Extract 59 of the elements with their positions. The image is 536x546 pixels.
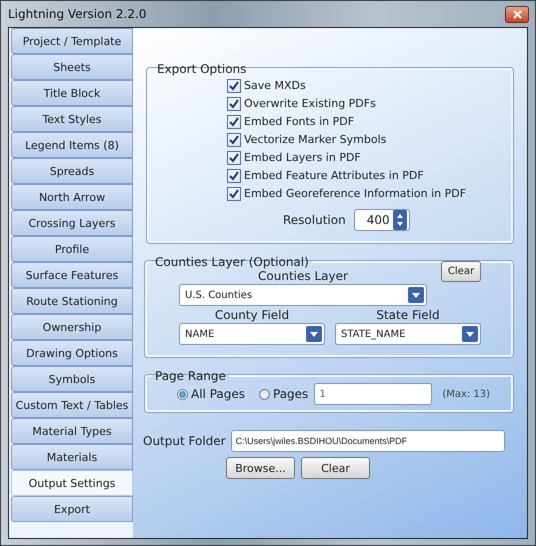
checkbox[interactable] [227, 96, 241, 110]
close-icon [512, 10, 522, 18]
pages-field[interactable]: 1 [314, 383, 432, 405]
sidebar-tab[interactable]: Output Settings [11, 470, 133, 496]
counties-layer-dropdown[interactable]: U.S. Counties [179, 284, 427, 306]
field-label: County Field [214, 308, 290, 322]
max-pages-note: (Max: 13) [442, 388, 490, 400]
checkbox-label: Save MXDs [244, 79, 306, 92]
sidebar-tab[interactable]: Surface Features [11, 262, 133, 288]
state-field-dropdown[interactable]: STATE_NAME [335, 323, 481, 345]
checkbox-label: Embed Fonts in PDF [244, 115, 354, 128]
sidebar-tab[interactable]: Ownership [11, 314, 133, 340]
checkbox-label: Overwrite Existing PDFs [244, 97, 376, 110]
spinner-arrows-icon [392, 210, 407, 230]
checkbox[interactable] [227, 150, 241, 164]
sidebar-tab[interactable]: Text Styles [11, 106, 133, 132]
sidebar-tab[interactable]: Crossing Layers [11, 210, 133, 236]
sidebar-tab[interactable]: Profile [11, 236, 133, 262]
checkbox[interactable] [227, 168, 241, 182]
resolution-label: Resolution [283, 213, 346, 227]
checkbox-label: Embed Layers in PDF [244, 151, 361, 164]
sidebar-tab[interactable]: Symbols [11, 366, 133, 392]
clear-button[interactable]: Clear [301, 457, 370, 479]
checkbox-label: Embed Georeference Information in PDF [244, 187, 466, 200]
checkbox[interactable] [227, 132, 241, 146]
group-title: Counties Layer (Optional) [154, 255, 310, 269]
radio-label: Pages [273, 387, 308, 401]
clear-button[interactable]: Clear [441, 261, 481, 282]
sidebar-tab[interactable]: Material Types [11, 418, 133, 444]
checkbox[interactable] [227, 186, 241, 200]
sidebar-tab[interactable]: Drawing Options [11, 340, 133, 366]
field-label: Counties Layer [258, 269, 348, 283]
sidebar-tab[interactable]: Title Block [11, 80, 133, 106]
browse-button[interactable]: Browse... [226, 457, 295, 479]
sidebar-tab[interactable]: Export [11, 496, 133, 522]
window-title: Lightning Version 2.2.0 [8, 7, 146, 21]
sidebar-tab[interactable]: Legend Items (8) [11, 132, 133, 158]
radio-label: All Pages [191, 387, 245, 401]
output-folder-field[interactable]: C:\Users\jwiles.BSDIHOU\Documents\PDF [230, 430, 505, 452]
checkbox-label: Vectorize Marker Symbols [244, 133, 386, 146]
sidebar-tab[interactable]: North Arrow [11, 184, 133, 210]
close-button[interactable] [505, 6, 529, 22]
sidebar-tab[interactable]: Project / Template [11, 28, 133, 54]
field-label: State Field [376, 308, 440, 322]
output-folder-label: Output Folder [143, 434, 226, 448]
checkbox[interactable] [227, 78, 241, 92]
county-field-dropdown[interactable]: NAME [179, 323, 325, 345]
sidebar-tab[interactable]: Sheets [11, 54, 133, 80]
group-title: Export Options [156, 62, 248, 76]
sidebar-tab[interactable]: Route Stationing [11, 288, 133, 314]
checkbox[interactable] [227, 114, 241, 128]
sidebar-tab[interactable]: Materials [11, 444, 133, 470]
group-title: Page Range [154, 369, 227, 383]
checkbox-label: Embed Feature Attributes in PDF [244, 169, 424, 182]
resolution-spinner[interactable]: 400 [354, 209, 410, 231]
radio-button[interactable] [177, 388, 188, 400]
sidebar-tab[interactable]: Custom Text / Tables [11, 392, 133, 418]
radio-button[interactable] [259, 388, 270, 400]
sidebar-tab[interactable]: Spreads [11, 158, 133, 184]
